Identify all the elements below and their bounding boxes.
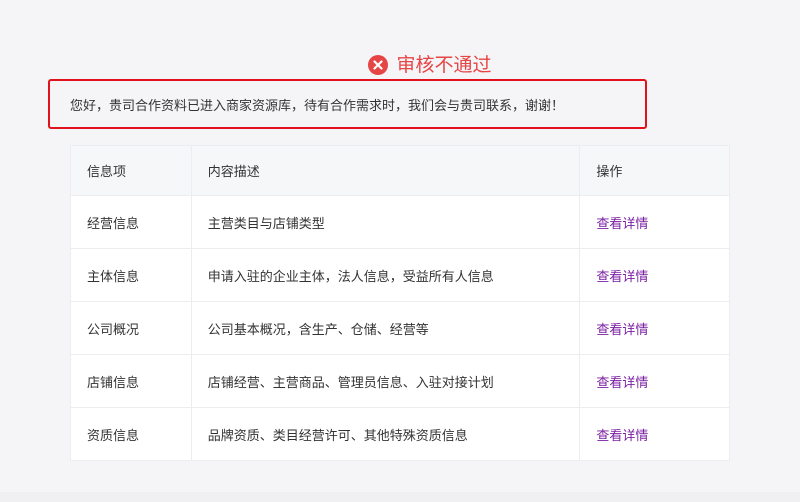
row-action-cell: 查看详情 <box>579 354 730 408</box>
view-details-link[interactable]: 查看详情 <box>596 270 648 285</box>
row-desc: 公司基本概况，含生产、仓储、经营等 <box>190 301 581 355</box>
view-details-link[interactable]: 查看详情 <box>596 429 648 444</box>
view-details-link[interactable]: 查看详情 <box>596 376 648 391</box>
row-desc: 品牌资质、类目经营许可、其他特殊资质信息 <box>190 407 581 461</box>
table-row: 经营信息 主营类目与店铺类型 查看详情 <box>70 195 730 249</box>
row-item: 公司概况 <box>70 301 192 355</box>
row-action-cell: 查看详情 <box>579 195 730 249</box>
table-row: 主体信息 申请入驻的企业主体，法人信息，受益所有人信息 查看详情 <box>70 248 730 302</box>
table-row: 公司概况 公司基本概况，含生产、仓储、经营等 查看详情 <box>70 301 730 355</box>
info-table: 信息项 内容描述 操作 经营信息 主营类目与店铺类型 查看详情 主体信息 申请入… <box>70 145 730 461</box>
row-item: 主体信息 <box>70 248 192 302</box>
table-row: 店铺信息 店铺经营、主营商品、管理员信息、入驻对接计划 查看详情 <box>70 354 730 408</box>
message-box: 您好，贵司合作资料已进入商家资源库，待有合作需求时，我们会与贵司联系，谢谢！ <box>48 79 647 129</box>
row-item: 经营信息 <box>70 195 192 249</box>
table-header-row: 信息项 内容描述 操作 <box>70 145 730 196</box>
row-action-cell: 查看详情 <box>579 301 730 355</box>
table-row: 资质信息 品牌资质、类目经营许可、其他特殊资质信息 查看详情 <box>70 407 730 461</box>
header-action: 操作 <box>579 145 730 196</box>
bottom-divider <box>0 492 800 502</box>
row-action-cell: 查看详情 <box>579 407 730 461</box>
row-desc: 店铺经营、主营商品、管理员信息、入驻对接计划 <box>190 354 581 408</box>
row-action-cell: 查看详情 <box>579 248 730 302</box>
header-item: 信息项 <box>70 145 192 196</box>
row-desc: 主营类目与店铺类型 <box>190 195 581 249</box>
status-title: 审核不通过 <box>396 54 492 76</box>
message-text: 您好，贵司合作资料已进入商家资源库，待有合作需求时，我们会与贵司联系，谢谢！ <box>70 98 565 114</box>
close-circle-icon <box>368 55 389 75</box>
row-item: 店铺信息 <box>70 354 192 408</box>
row-item: 资质信息 <box>70 407 192 461</box>
view-details-link[interactable]: 查看详情 <box>596 217 648 232</box>
header-desc: 内容描述 <box>190 145 581 196</box>
row-desc: 申请入驻的企业主体，法人信息，受益所有人信息 <box>190 248 581 302</box>
status-header: 审核不通过 <box>0 50 800 80</box>
view-details-link[interactable]: 查看详情 <box>596 323 648 338</box>
